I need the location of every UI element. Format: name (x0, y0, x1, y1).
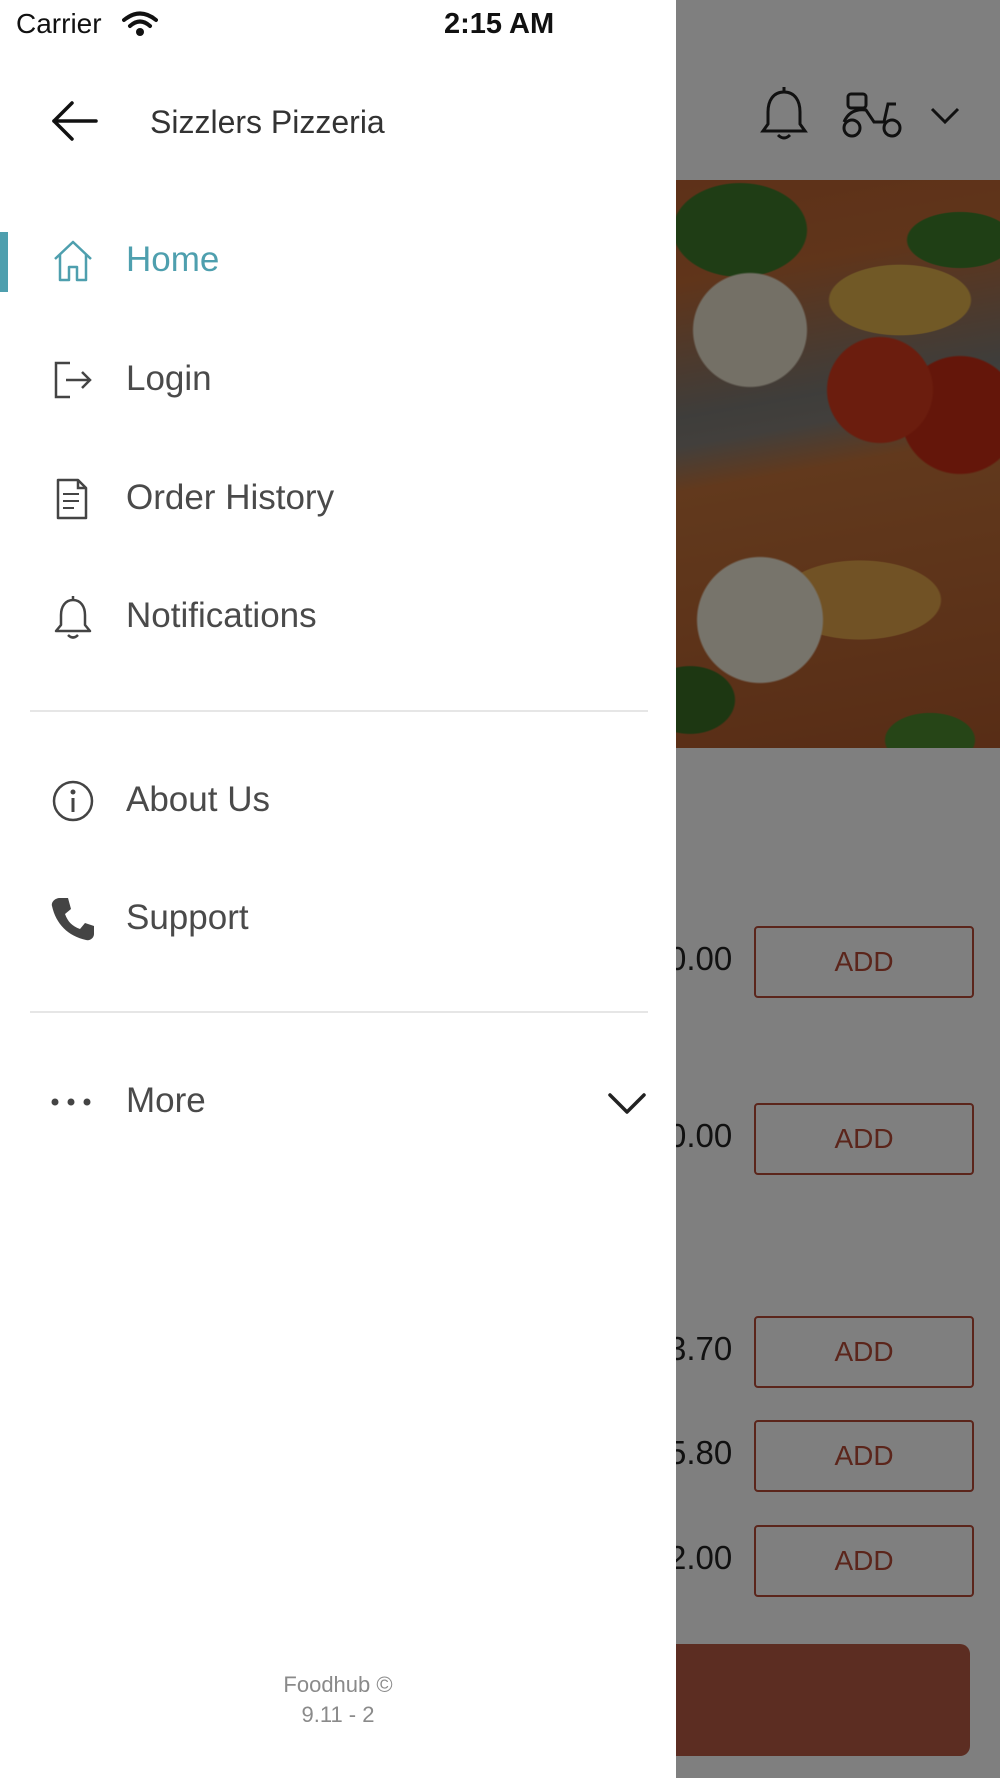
wifi-icon (122, 11, 158, 36)
home-icon (54, 240, 92, 282)
nav-item-order-history[interactable]: Order History (0, 452, 676, 548)
receipt-icon (56, 478, 88, 520)
login-icon (54, 361, 92, 399)
footer-version: 9.11 - 2 (301, 1702, 375, 1727)
nav-label-order-history: Order History (126, 478, 335, 517)
nav-item-about-us[interactable]: About Us (0, 754, 676, 850)
nav-label-notifications: Notifications (126, 596, 317, 635)
section-divider (30, 1011, 648, 1013)
info-icon (52, 780, 94, 822)
status-bar: Carrier 2:15 AM (0, 0, 1000, 50)
active-indicator (0, 232, 8, 292)
footer-copyright: Foodhub © (283, 1672, 393, 1697)
nav-item-notifications[interactable]: Notifications (0, 570, 676, 666)
nav-label-about-us: About Us (126, 780, 270, 819)
back-arrow-icon[interactable] (46, 92, 104, 150)
chevron-down-icon[interactable] (606, 1083, 648, 1123)
phone-icon (51, 898, 94, 941)
carrier-label: Carrier (16, 8, 102, 39)
section-divider (30, 710, 648, 712)
nav-item-more[interactable]: More (0, 1055, 676, 1151)
nav-item-login[interactable]: Login (0, 333, 676, 429)
ellipsis-icon (51, 1098, 91, 1106)
navigation-drawer: Carrier 2:15 AM Sizzlers Pizzeria Home L… (0, 0, 676, 1778)
store-name: Sizzlers Pizzeria (150, 104, 385, 140)
bell-icon (54, 596, 92, 639)
nav-label-more: More (126, 1081, 206, 1120)
nav-label-support: Support (126, 898, 249, 937)
nav-item-home[interactable]: Home (0, 214, 676, 310)
nav-label-home: Home (126, 240, 220, 279)
nav-label-login: Login (126, 359, 212, 398)
clock: 2:15 AM (444, 8, 555, 40)
nav-item-support[interactable]: Support (0, 872, 676, 968)
